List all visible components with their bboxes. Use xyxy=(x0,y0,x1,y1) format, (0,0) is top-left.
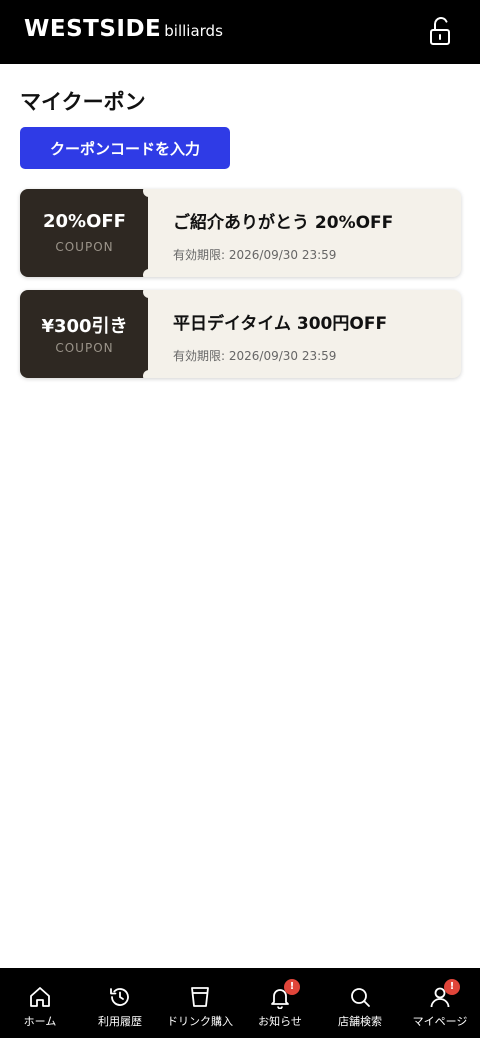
coupon-card[interactable]: ¥300引き COUPON 平日デイタイム 300円OFF 有効期限: 2026… xyxy=(20,290,461,378)
coupon-title: 平日デイタイム 300円OFF xyxy=(173,314,388,334)
nav-label: マイページ xyxy=(412,1015,468,1028)
nav-item-history[interactable]: 利用履歴 xyxy=(80,968,160,1038)
nav-label: 利用履歴 xyxy=(98,1015,142,1028)
history-icon xyxy=(110,988,129,1006)
coupon-label: COUPON xyxy=(55,240,114,254)
coupon-label: COUPON xyxy=(55,341,114,355)
nav-item-home[interactable]: ホーム xyxy=(0,968,80,1038)
enter-coupon-code-button[interactable]: クーポンコードを入力 xyxy=(20,127,230,169)
coupon-card[interactable]: 20%OFF COUPON ご紹介ありがとう 20%OFF 有効期限: 2026… xyxy=(20,189,461,277)
notification-badge: ! xyxy=(284,979,300,995)
app-header: WESTSIDE billiards xyxy=(0,0,480,64)
coupon-expiry: 有効期限: 2026/09/30 23:59 xyxy=(173,248,337,262)
nav-item-drink[interactable]: ドリンク購入 xyxy=(160,968,240,1038)
page-title: マイクーポン xyxy=(20,90,146,114)
ticket-perforation xyxy=(143,189,149,277)
nav-label: 店舗検索 xyxy=(338,1015,382,1028)
drink-cup-icon xyxy=(191,987,209,1007)
search-icon xyxy=(351,988,370,1007)
coupon-discount: 20%OFF xyxy=(43,211,126,232)
unlock-icon[interactable] xyxy=(428,16,452,46)
brand-logo[interactable]: WESTSIDE billiards xyxy=(24,16,223,42)
nav-item-mypage[interactable]: ! マイページ xyxy=(400,968,480,1038)
nav-label: ホーム xyxy=(23,1015,57,1028)
coupon-expiry: 有効期限: 2026/09/30 23:59 xyxy=(173,349,337,363)
coupon-stub: ¥300引き COUPON xyxy=(20,290,149,378)
logo-main-text: WESTSIDE xyxy=(24,16,162,42)
coupon-stub: 20%OFF COUPON xyxy=(20,189,149,277)
notification-badge: ! xyxy=(444,979,460,995)
coupon-title: ご紹介ありがとう 20%OFF xyxy=(173,213,394,233)
coupon-discount: ¥300引き xyxy=(41,316,128,337)
nav-label: ドリンク購入 xyxy=(167,1015,233,1028)
nav-label: お知らせ xyxy=(258,1015,302,1028)
home-icon xyxy=(30,987,50,1007)
nav-item-notices[interactable]: ! お知らせ xyxy=(240,968,320,1038)
logo-sub-text: billiards xyxy=(164,22,223,40)
ticket-perforation xyxy=(143,290,149,378)
bottom-nav: ホーム 利用履歴 ドリンク購入 ! お知らせ 店舗検索 ! マイページ xyxy=(0,968,480,1038)
nav-item-store-search[interactable]: 店舗検索 xyxy=(320,968,400,1038)
